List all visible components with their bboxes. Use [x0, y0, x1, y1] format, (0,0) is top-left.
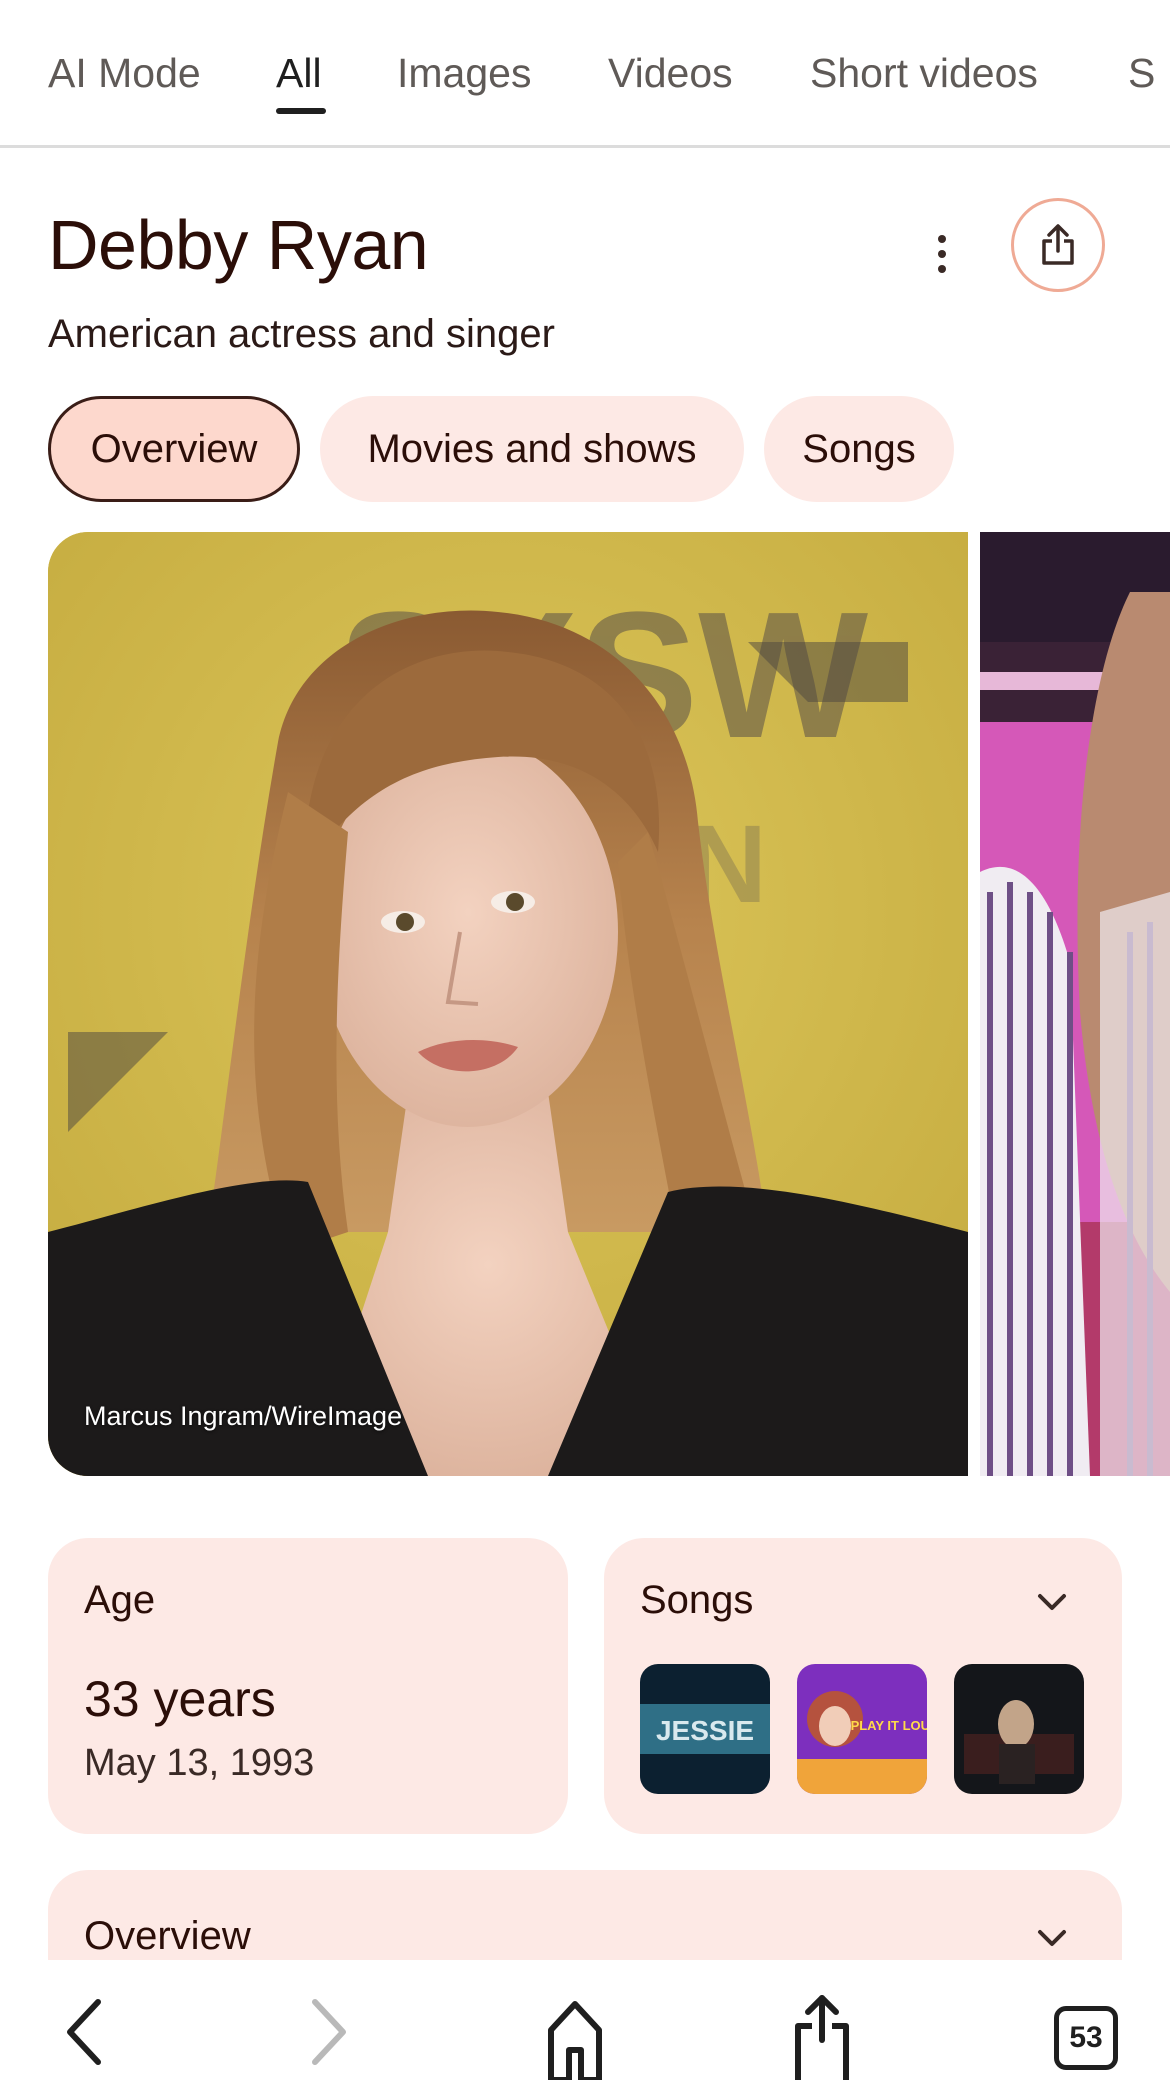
page-title: Debby Ryan: [48, 206, 429, 284]
chevron-down-icon[interactable]: [1032, 1918, 1072, 1958]
dot: [938, 265, 946, 273]
songs-label: Songs: [640, 1578, 754, 1622]
chip-movies-and-shows[interactable]: Movies and shows: [320, 396, 744, 502]
age-card[interactable]: Age 33 years May 13, 1993: [48, 1538, 568, 1834]
overview-label: Overview: [84, 1914, 251, 1958]
back-icon[interactable]: [58, 1990, 108, 2080]
play-it-loud-thumbnail-text: PLAY IT LOUD: [851, 1718, 927, 1733]
share-icon: [1042, 224, 1074, 265]
jessie-album-thumbnail: JESSIE: [640, 1664, 770, 1794]
tab-all[interactable]: All: [276, 50, 322, 97]
more-options-button[interactable]: [922, 222, 962, 286]
jessie-thumbnail-text: JESSIE: [656, 1715, 754, 1746]
music-video-thumbnail: [954, 1664, 1084, 1794]
active-tab-indicator: [276, 108, 326, 114]
song-thumbnail-play-it-loud[interactable]: PLAY IT LOUD: [797, 1664, 927, 1794]
share-icon[interactable]: [792, 1990, 852, 2080]
portrait-image: SXSW AN: [48, 532, 968, 1476]
song-thumbnail-video[interactable]: [954, 1664, 1084, 1794]
tabs-count-button[interactable]: 53: [1054, 2006, 1118, 2070]
share-button[interactable]: [1011, 198, 1105, 292]
browser-bottom-bar: 53: [0, 1960, 1170, 2080]
song-thumbnail-jessie[interactable]: JESSIE: [640, 1664, 770, 1794]
main-photo[interactable]: SXSW AN Marcus Ingram/WireImage: [48, 532, 968, 1476]
photo-credit: Marcus Ingram/WireImage: [84, 1401, 403, 1431]
dot: [938, 250, 946, 258]
tab-overflow[interactable]: S: [1128, 50, 1155, 97]
tab-short-videos[interactable]: Short videos: [810, 50, 1038, 97]
chip-overview[interactable]: Overview: [48, 396, 300, 502]
tab-ai-mode[interactable]: AI Mode: [48, 50, 201, 97]
age-value: 33 years: [84, 1671, 276, 1727]
chip-songs[interactable]: Songs: [764, 396, 954, 502]
birth-date: May 13, 1993: [84, 1742, 315, 1784]
home-icon[interactable]: [545, 1990, 605, 2080]
tab-videos[interactable]: Videos: [608, 50, 733, 97]
songs-card[interactable]: Songs JESSIE PLAY IT LOUD: [604, 1538, 1122, 1834]
carousel-next-image: [980, 532, 1170, 1476]
age-label: Age: [84, 1578, 156, 1622]
play-it-loud-thumbnail: PLAY IT LOUD: [797, 1664, 927, 1794]
search-tabs: AI Mode All Images Videos Short videos S: [0, 0, 1170, 148]
dot: [938, 235, 946, 243]
tab-images[interactable]: Images: [397, 50, 531, 97]
chevron-down-icon[interactable]: [1032, 1582, 1072, 1622]
next-photo[interactable]: [980, 532, 1170, 1476]
entity-description: American actress and singer: [48, 312, 555, 356]
forward-icon[interactable]: [305, 1990, 355, 2080]
tabs-count: 53: [1069, 2021, 1103, 2054]
